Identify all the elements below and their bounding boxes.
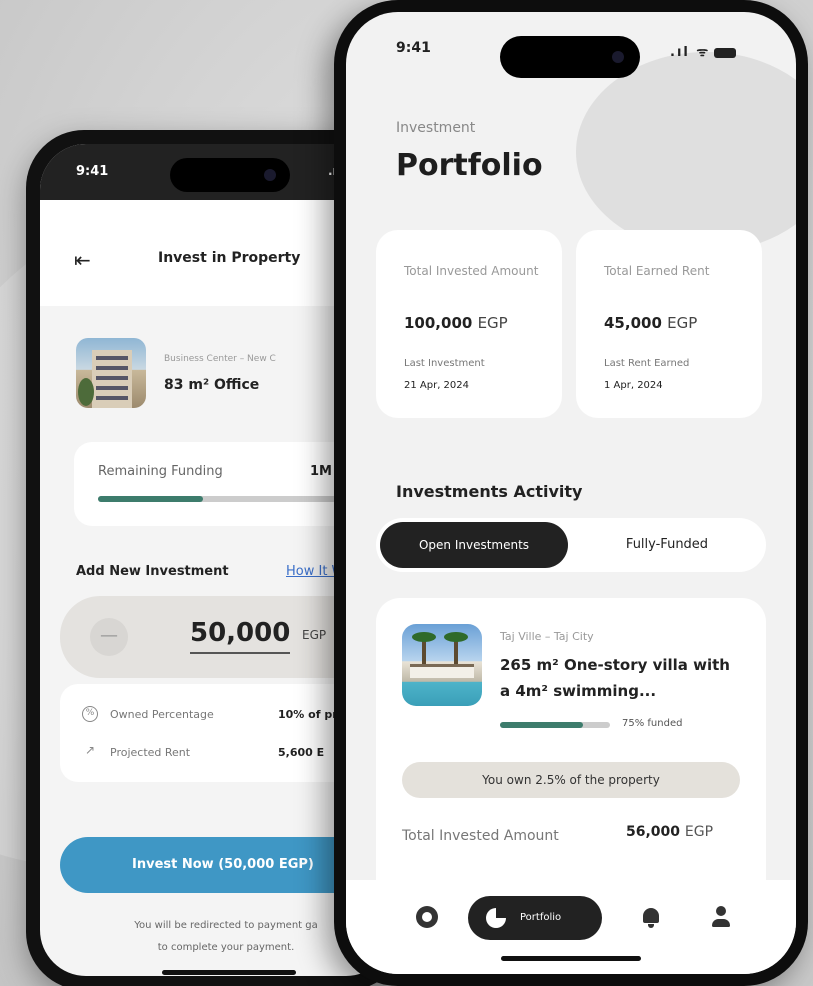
projected-rent-label: Projected Rent bbox=[110, 746, 191, 759]
stat-amount: 100,000 bbox=[404, 314, 473, 332]
stat-value: 45,000 EGP bbox=[604, 314, 697, 332]
owned-percentage-value: 10% of pr bbox=[278, 708, 338, 721]
camera-icon bbox=[264, 169, 276, 181]
funded-progress-fill bbox=[500, 722, 583, 728]
battery-icon bbox=[714, 47, 737, 58]
property-location: Business Center – New C bbox=[164, 354, 276, 364]
percentage-icon: % bbox=[82, 706, 98, 722]
amount-input[interactable]: 50,000 bbox=[190, 618, 291, 654]
total-invested-amount: 56,000 bbox=[626, 824, 681, 840]
stat-label: Total Invested Amount bbox=[404, 264, 539, 278]
header-decoration bbox=[576, 52, 796, 252]
status-time: 9:41 bbox=[396, 40, 431, 56]
stat-sub-label: Last Rent Earned bbox=[604, 358, 690, 369]
ownership-badge: You own 2.5% of the property bbox=[402, 762, 740, 798]
stat-sub-label: Last Investment bbox=[404, 358, 485, 369]
total-invested-label: Total Invested Amount bbox=[402, 828, 559, 844]
investment-card[interactable]: Taj Ville – Taj City 265 m² One-story vi… bbox=[376, 598, 766, 928]
phone-portfolio: 9:41 .ıl ᯤ Investment Portfolio Total In… bbox=[334, 0, 808, 986]
nav-portfolio-button[interactable]: Portfolio bbox=[468, 896, 602, 940]
activity-tabs: Open Investments Fully-Funded bbox=[376, 518, 766, 572]
redirect-note-line2: to complete your payment. bbox=[157, 942, 295, 953]
dynamic-island bbox=[170, 158, 290, 192]
villa-thumbnail bbox=[402, 624, 482, 706]
trend-up-icon: ↗ bbox=[84, 743, 96, 757]
tab-fully-funded[interactable]: Fully-Funded bbox=[602, 522, 732, 568]
nav-portfolio-label: Portfolio bbox=[520, 912, 562, 923]
stat-date: 21 Apr, 2024 bbox=[404, 380, 470, 391]
status-time: 9:41 bbox=[76, 164, 109, 179]
redirect-note-line1: You will be redirected to payment ga bbox=[134, 920, 318, 931]
stat-currency: EGP bbox=[667, 314, 698, 332]
amount-currency: EGP bbox=[302, 628, 327, 642]
tab-open-investments[interactable]: Open Investments bbox=[380, 522, 568, 568]
investments-activity-title: Investments Activity bbox=[396, 482, 583, 501]
stat-date: 1 Apr, 2024 bbox=[604, 380, 663, 391]
signal-wifi-icon: .ıl ᯤ bbox=[670, 45, 711, 60]
camera-icon bbox=[612, 51, 624, 63]
home-indicator bbox=[162, 970, 296, 975]
projected-rent-value: 5,600 E bbox=[278, 746, 325, 759]
double-arrow-left-icon[interactable]: ⇤ bbox=[74, 248, 91, 272]
add-investment-label: Add New Investment bbox=[76, 564, 229, 579]
page-title: Portfolio bbox=[396, 148, 543, 183]
stat-value: 100,000 EGP bbox=[404, 314, 508, 332]
total-invested-value: 56,000 EGP bbox=[626, 824, 713, 840]
explore-icon[interactable] bbox=[416, 906, 438, 928]
total-invested-currency: EGP bbox=[684, 824, 714, 840]
stat-amount: 45,000 bbox=[604, 314, 662, 332]
investment-location: Taj Ville – Taj City bbox=[500, 630, 594, 643]
remaining-funding-label: Remaining Funding bbox=[98, 464, 223, 479]
stat-label: Total Earned Rent bbox=[604, 264, 710, 278]
pie-chart-icon bbox=[486, 908, 506, 928]
villa-graphic bbox=[410, 664, 474, 678]
decrease-amount-button[interactable]: — bbox=[90, 618, 128, 656]
remaining-funding-value: 1M bbox=[310, 464, 332, 479]
stat-currency: EGP bbox=[477, 314, 508, 332]
building-graphic bbox=[92, 350, 132, 408]
total-invested-card: Total Invested Amount 100,000 EGP Last I… bbox=[376, 230, 562, 418]
funded-progress-bar bbox=[500, 722, 610, 728]
tree-graphic bbox=[78, 378, 94, 406]
bell-icon[interactable] bbox=[640, 906, 662, 928]
portfolio-screen: 9:41 .ıl ᯤ Investment Portfolio Total In… bbox=[346, 12, 796, 974]
property-name: 83 m² Office bbox=[164, 377, 260, 393]
total-earned-rent-card: Total Earned Rent 45,000 EGP Last Rent E… bbox=[576, 230, 762, 418]
page-eyebrow: Investment bbox=[396, 120, 476, 136]
profile-icon[interactable] bbox=[710, 906, 732, 928]
status-icons: .ıl ᯤ bbox=[670, 42, 737, 60]
property-thumbnail bbox=[76, 338, 146, 408]
owned-percentage-label: Owned Percentage bbox=[110, 708, 214, 721]
funded-label: 75% funded bbox=[622, 718, 683, 729]
page-title: Invest in Property bbox=[158, 250, 301, 266]
redirect-note: You will be redirected to payment ga to … bbox=[76, 915, 376, 959]
investment-name: 265 m² One-story villa with a 4m² swimmi… bbox=[500, 656, 730, 700]
home-indicator bbox=[501, 956, 641, 961]
dynamic-island bbox=[500, 36, 640, 78]
funding-progress-fill bbox=[98, 496, 203, 502]
